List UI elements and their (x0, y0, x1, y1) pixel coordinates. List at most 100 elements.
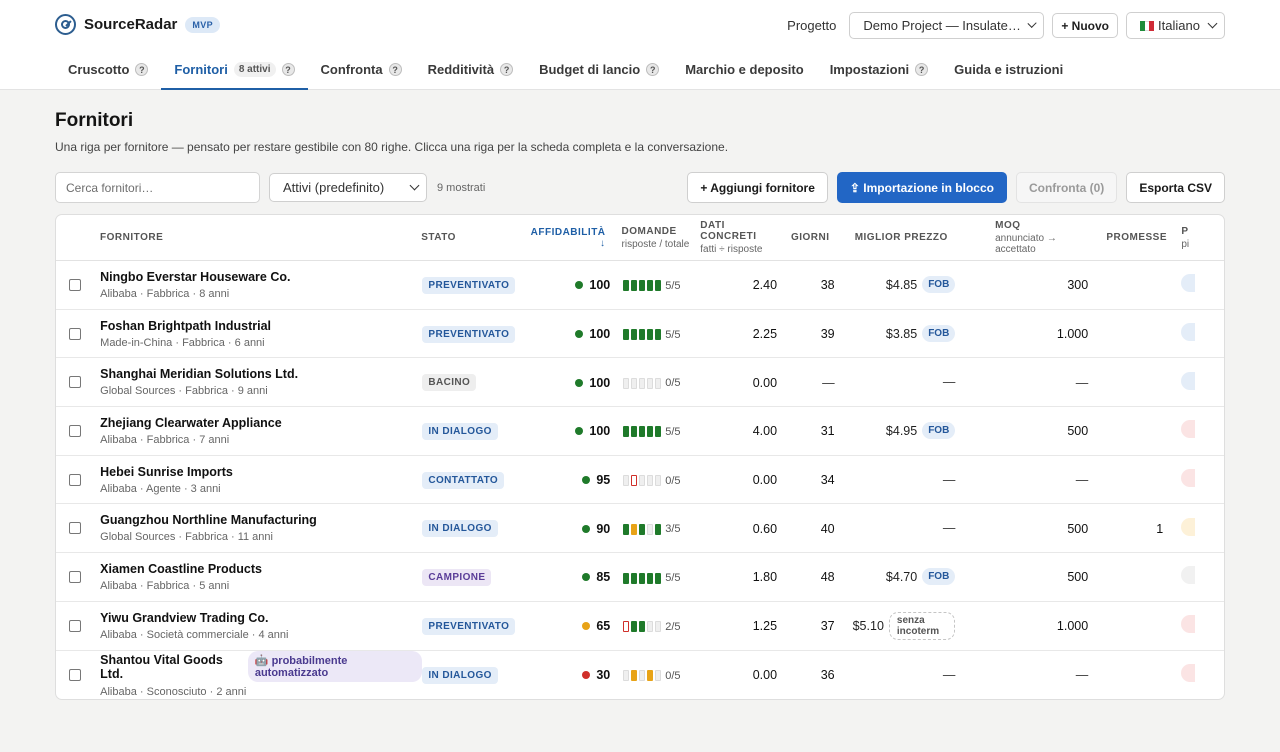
answers-bars (623, 280, 662, 292)
row-checkbox[interactable] (69, 473, 81, 486)
answer-bar (655, 280, 662, 292)
status-filter-select[interactable]: Attivi (predefinito) (269, 173, 427, 202)
p-indicator (1181, 615, 1196, 634)
answer-bar (623, 475, 630, 487)
incoterm-badge: FOB (922, 422, 956, 440)
new-project-button[interactable]: + Nuovo (1052, 13, 1118, 38)
status-badge: PREVENTIVATO (422, 617, 516, 635)
answer-bar (655, 377, 662, 389)
mvp-badge: MVP (185, 16, 221, 33)
row-checkbox[interactable] (69, 424, 81, 437)
col-p[interactable]: Ppi (1165, 226, 1224, 250)
project-select[interactable]: Demo Project — Insulated S… (849, 12, 1045, 39)
chevron-down-icon (1207, 18, 1218, 29)
table-row[interactable]: Yiwu Grandview Trading Co. Alibaba · Soc… (56, 602, 1224, 651)
answer-bar (639, 329, 646, 341)
help-icon[interactable]: ? (388, 63, 402, 76)
help-icon[interactable]: ? (646, 63, 660, 76)
tab-confronta[interactable]: Confronta? (308, 49, 415, 90)
tab-impostazioni[interactable]: Impostazioni? (817, 49, 941, 90)
row-checkbox[interactable] (69, 376, 81, 389)
reliability-dot (582, 573, 591, 582)
row-checkbox[interactable] (69, 570, 81, 583)
chevron-down-icon (1027, 18, 1037, 29)
days-value: 36 (820, 668, 835, 683)
status-badge: CAMPIONE (422, 568, 492, 586)
answer-bar (639, 426, 646, 438)
row-checkbox[interactable] (69, 619, 81, 632)
table-header: FORNITORE STATO AFFIDABILITÀ ↓ DOMANDE ri… (56, 215, 1224, 261)
page-title: Fornitori (55, 110, 134, 131)
tab-fornitori[interactable]: Fornitori 8 attivi? (161, 49, 308, 90)
table-row[interactable]: Shanghai Meridian Solutions Ltd. Global … (56, 358, 1224, 408)
col-moq[interactable]: MOQ annunciato → accettato (971, 220, 1088, 255)
col-stato[interactable]: STATO (421, 232, 526, 243)
compare-button[interactable]: Confronta (0) (1015, 172, 1118, 203)
p-indicator (1181, 664, 1196, 683)
brand[interactable]: SourceRadar MVP (55, 14, 221, 35)
search-input[interactable] (55, 172, 260, 203)
row-checkbox[interactable] (69, 522, 81, 535)
col-fornitore[interactable]: FORNITORE (100, 232, 421, 243)
tab-count-badge: 8 attivi (233, 62, 276, 77)
answer-bar (631, 426, 638, 438)
answer-bar (631, 329, 638, 341)
supplier-meta: Alibaba · Fabbrica · 7 anni (100, 433, 230, 446)
col-domande[interactable]: DOMANDE risposte / totale (614, 226, 696, 250)
answer-bar (623, 377, 630, 389)
language-selected-wrap: Italiano (1140, 18, 1200, 33)
col-promesse[interactable]: PROMESSE (1088, 232, 1166, 243)
tab-redditività[interactable]: Redditività? (415, 49, 526, 90)
bulk-import-button[interactable]: ⇪ Importazione in blocco (836, 172, 1007, 203)
table-row[interactable]: Ningbo Everstar Houseware Co. Alibaba · … (56, 261, 1224, 310)
moq-value: — (1075, 473, 1089, 488)
help-icon[interactable]: ? (135, 63, 149, 76)
row-checkbox[interactable] (69, 668, 81, 681)
table-row[interactable]: Xiamen Coastline Products Alibaba · Fabb… (56, 553, 1224, 602)
col-affidabilita[interactable]: AFFIDABILITÀ ↓ (526, 227, 614, 249)
reliability-score: 85 (596, 570, 611, 585)
table-row[interactable]: Guangzhou Northline Manufacturing Global… (56, 504, 1224, 554)
tab-cruscotto[interactable]: Cruscotto? (55, 49, 161, 90)
col-giorni[interactable]: GIORNI (779, 232, 833, 243)
help-icon[interactable]: ? (915, 63, 929, 76)
supplier-meta: Global Sources · Fabbrica · 11 anni (100, 531, 273, 544)
tab-guida-e-istruzioni[interactable]: Guida e istruzioni (941, 49, 1076, 90)
tab-marchio-e-deposito[interactable]: Marchio e deposito (672, 49, 816, 90)
automated-badge: 🤖 probabilmente automatizzato (247, 651, 423, 683)
supplier-name: Zhejiang Clearwater Appliance (100, 415, 282, 430)
table-row[interactable]: Hebei Sunrise Imports Alibaba · Agente ·… (56, 456, 1224, 505)
promises-value: 1 (1156, 521, 1164, 536)
answer-bar (623, 572, 630, 584)
supplier-name: Hebei Sunrise Imports (100, 464, 233, 479)
project-controls: Progetto Demo Project — Insulated S… + N… (787, 12, 1225, 39)
help-icon[interactable]: ? (500, 63, 514, 76)
reliability-dot (582, 476, 591, 485)
table-row[interactable]: Zhejiang Clearwater Appliance Alibaba · … (56, 407, 1224, 456)
row-checkbox[interactable] (69, 278, 81, 291)
export-csv-button[interactable]: Esporta CSV (1126, 172, 1225, 203)
supplier-name: Guangzhou Northline Manufacturing (100, 513, 317, 528)
answers-ratio: 2/5 (665, 620, 681, 633)
add-supplier-button[interactable]: + Aggiungi fornitore (687, 172, 828, 203)
facts-value: 1.80 (752, 570, 778, 585)
row-checkbox[interactable] (69, 327, 81, 340)
table-row[interactable]: Foshan Brightpath Industrial Made-in-Chi… (56, 310, 1224, 359)
col-prezzo[interactable]: MIGLIOR PREZZO (833, 232, 971, 243)
facts-value: 4.00 (752, 424, 778, 439)
tab-budget-di-lancio[interactable]: Budget di lancio? (526, 49, 672, 90)
reliability-score: 100 (589, 375, 611, 390)
p-indicator (1181, 323, 1196, 342)
tab-label: Fornitori (174, 62, 228, 77)
language-select[interactable]: Italiano (1126, 12, 1225, 39)
facts-value: 0.00 (752, 668, 778, 683)
tab-label: Marchio e deposito (685, 62, 804, 77)
help-icon[interactable]: ? (281, 63, 295, 76)
price-value: $4.85 (885, 277, 918, 292)
answer-bar (639, 572, 646, 584)
main-content: Fornitori Una riga per fornitore — pensa… (0, 90, 1280, 700)
col-dati[interactable]: DATI CONCRETI fatti ÷ risposte (695, 220, 779, 255)
table-body: Ningbo Everstar Houseware Co. Alibaba · … (56, 261, 1224, 699)
table-row[interactable]: Shantou Vital Goods Ltd. 🤖 probabilmente… (56, 651, 1224, 700)
answers-bars (623, 426, 662, 438)
